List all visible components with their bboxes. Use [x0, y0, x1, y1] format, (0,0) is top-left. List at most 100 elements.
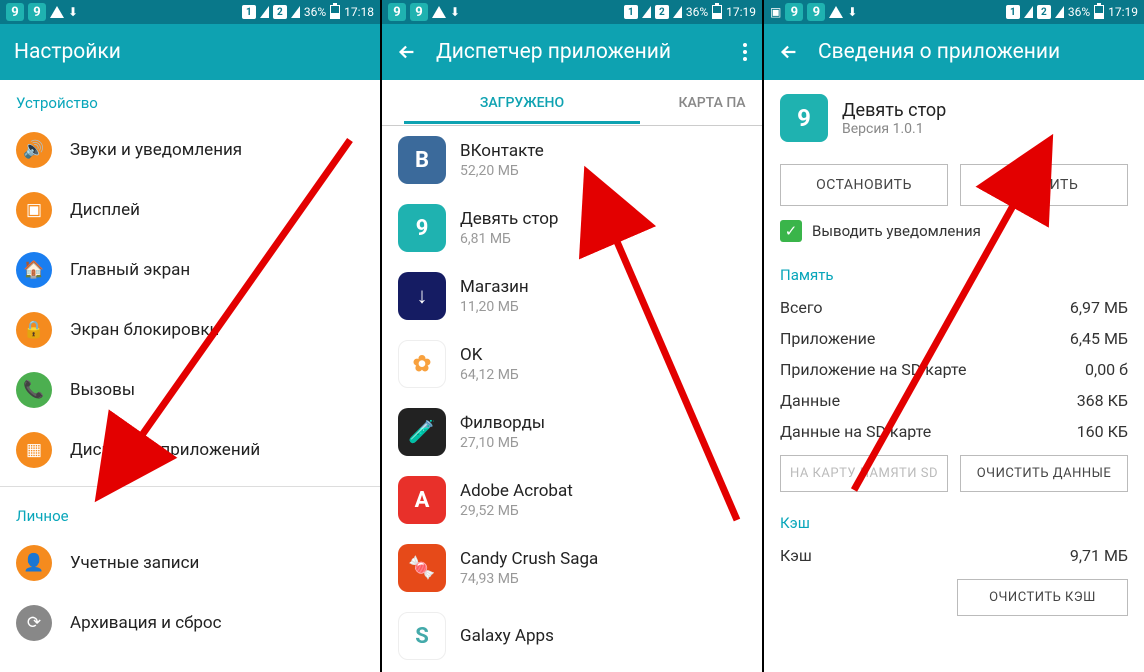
notif-icon: 9 — [28, 3, 46, 21]
notif-icon: 9 — [785, 3, 803, 21]
item-label: Экран блокировки — [70, 320, 219, 340]
app-icon: S — [398, 612, 446, 660]
tab-downloaded[interactable]: ЗАГРУЖЕНО — [382, 83, 662, 123]
screen-settings: 9 9 ⬇ 1 2 36% 17:18 Настройки Устройство… — [0, 0, 380, 672]
app-icon: 🍬 — [398, 544, 446, 592]
screen-app-manager: 9 9 ⬇ 1 2 36% 17:19 Диспетчер приложений… — [382, 0, 762, 672]
item-label: Дисплей — [70, 200, 140, 220]
app-icon: ↓ — [398, 272, 446, 320]
app-row-candy[interactable]: 🍬 Candy Crush Saga 74,93 МБ — [382, 534, 762, 602]
signal-icon — [1055, 6, 1064, 18]
app-info-header: 9 Девять стор Версия 1.0.1 — [764, 80, 1144, 156]
notif-icon: 9 — [6, 3, 24, 21]
item-label: Архивация и сброс — [70, 613, 222, 633]
sim2-icon: 2 — [273, 5, 287, 19]
battery-icon — [1094, 5, 1104, 19]
app-size: 27,10 МБ — [460, 435, 545, 451]
stop-button[interactable]: ОСТАНОВИТЬ — [780, 164, 948, 206]
row-app-sd: Приложение на SD карте0,00 б — [764, 354, 1144, 385]
row-cache: Кэш9,71 МБ — [764, 540, 1144, 571]
section-device: Устройство — [0, 80, 380, 120]
sim1-icon: 1 — [624, 5, 638, 19]
app-size: 74,93 МБ — [460, 571, 598, 587]
page-title: Настройки — [14, 40, 366, 64]
account-icon: 👤 — [16, 545, 52, 581]
item-app-manager[interactable]: ▦ Диспетчер приложений — [0, 420, 380, 480]
sound-icon: 🔊 — [16, 132, 52, 168]
battery-pct: 36% — [1068, 5, 1090, 19]
item-accounts[interactable]: 👤 Учетные записи — [0, 533, 380, 593]
tabs: ЗАГРУЖЕНО КАРТА ПА — [382, 80, 762, 126]
item-lock[interactable]: 🔒 Экран блокировки — [0, 300, 380, 360]
signal-icon — [642, 6, 651, 18]
phone-icon: 📞 — [16, 372, 52, 408]
signal-icon — [260, 6, 269, 18]
screen-app-info: ▣ 9 9 ⬇ 1 2 36% 17:19 Сведения о приложе… — [764, 0, 1144, 672]
download-icon: ⬇ — [68, 5, 78, 19]
sim2-icon: 2 — [655, 5, 669, 19]
icon: ▣ — [770, 5, 781, 19]
battery-icon — [712, 5, 722, 19]
item-sound[interactable]: 🔊 Звуки и уведомления — [0, 120, 380, 180]
battery-icon — [330, 5, 340, 19]
signal-icon — [1024, 6, 1033, 18]
section-cache: Кэш — [764, 500, 1144, 540]
app-size: 11,20 МБ — [460, 299, 529, 315]
notify-checkbox-row[interactable]: ✓ Выводить уведомления — [764, 214, 1144, 252]
app-bar: Сведения о приложении — [764, 24, 1144, 80]
clear-data-button[interactable]: ОЧИСТИТЬ ДАННЫЕ — [960, 455, 1128, 492]
row-data: Данные368 КБ — [764, 385, 1144, 416]
backup-icon: ⟳ — [16, 605, 52, 641]
item-home[interactable]: 🏠 Главный экран — [0, 240, 380, 300]
back-button[interactable] — [778, 41, 800, 63]
app-name: Galaxy Apps — [460, 626, 554, 646]
notif-icon: 9 — [388, 3, 406, 21]
app-row-nine[interactable]: 9 Девять стор 6,81 МБ — [382, 194, 762, 262]
clock: 17:18 — [344, 5, 374, 19]
battery-pct: 36% — [686, 5, 708, 19]
app-row-acrobat[interactable]: A Adobe Acrobat 29,52 МБ — [382, 466, 762, 534]
app-name: Девять стор — [460, 209, 558, 229]
app-icon: ✿ — [398, 340, 446, 388]
item-label: Звуки и уведомления — [70, 140, 242, 160]
app-icon: 9 — [398, 204, 446, 252]
warning-icon — [829, 6, 843, 18]
clock: 17:19 — [1108, 5, 1138, 19]
app-row-vk[interactable]: B ВКонтакте 52,20 МБ — [382, 126, 762, 194]
app-size: 29,52 МБ — [460, 503, 573, 519]
download-icon: ⬇ — [450, 5, 460, 19]
item-label: Главный экран — [70, 260, 190, 280]
app-icon: 🧪 — [398, 408, 446, 456]
app-name: Девять стор — [842, 100, 946, 121]
item-display[interactable]: ▣ Дисплей — [0, 180, 380, 240]
move-sd-button: НА КАРТУ ПАМЯТИ SD — [780, 455, 948, 492]
back-button[interactable] — [396, 41, 418, 63]
app-icon: A — [398, 476, 446, 524]
app-name: ВКонтакте — [460, 141, 544, 161]
item-label: Вызовы — [70, 380, 135, 400]
app-row-store[interactable]: ↓ Магазин 11,20 МБ — [382, 262, 762, 330]
app-row-ok[interactable]: ✿ OK 64,12 МБ — [382, 330, 762, 398]
app-name: Candy Crush Saga — [460, 549, 598, 569]
delete-button[interactable]: УДАЛИТЬ — [960, 164, 1128, 206]
sim1-icon: 1 — [242, 5, 256, 19]
overflow-menu[interactable] — [742, 42, 748, 62]
app-row-filwords[interactable]: 🧪 Филворды 27,10 МБ — [382, 398, 762, 466]
app-name: Филворды — [460, 413, 545, 433]
item-backup[interactable]: ⟳ Архивация и сброс — [0, 593, 380, 653]
page-title: Диспетчер приложений — [436, 40, 724, 64]
signal-icon — [673, 6, 682, 18]
home-icon: 🏠 — [16, 252, 52, 288]
tab-sdcard[interactable]: КАРТА ПА — [662, 83, 762, 123]
app-name: Adobe Acrobat — [460, 481, 573, 501]
clear-cache-button[interactable]: ОЧИСТИТЬ КЭШ — [957, 579, 1128, 616]
item-calls[interactable]: 📞 Вызовы — [0, 360, 380, 420]
app-size: 64,12 МБ — [460, 367, 519, 383]
checkbox-icon: ✓ — [780, 220, 802, 242]
sim2-icon: 2 — [1037, 5, 1051, 19]
app-row-galaxy[interactable]: S Galaxy Apps — [382, 602, 762, 670]
app-name: OK — [460, 345, 519, 365]
notif-icon: 9 — [807, 3, 825, 21]
app-bar: Настройки — [0, 24, 380, 80]
page-title: Сведения о приложении — [818, 40, 1130, 64]
